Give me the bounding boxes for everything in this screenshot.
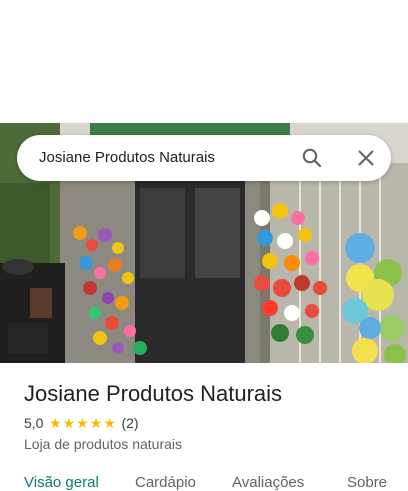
tab-reviews[interactable]: Avaliações [232,474,304,491]
rating-value: 5,0 [24,415,44,431]
tab-about[interactable]: Sobre [347,474,387,491]
close-icon[interactable] [354,146,378,170]
place-title: Josiane Produtos Naturais [24,381,283,406]
search-icon[interactable] [300,146,324,170]
search-bar[interactable]: Josiane Produtos Naturais [17,135,391,181]
review-count[interactable]: (2) [121,415,138,431]
star-icon: ★ [103,415,116,431]
search-input[interactable]: Josiane Produtos Naturais [39,149,215,166]
place-category: Loja de produtos naturais [24,436,182,452]
star-rating: ★ ★ ★ ★ ★ [48,416,116,430]
tab-menu[interactable]: Cardápio [135,474,196,491]
star-icon: ★ [76,415,89,431]
star-icon: ★ [89,415,103,431]
star-icon: ★ [62,415,76,431]
place-tabs: Visão geral Cardápio Avaliações Sobre [0,474,408,491]
star-icon: ★ [48,415,62,431]
tab-overview[interactable]: Visão geral [24,474,99,491]
rating-row[interactable]: 5,0 ★ ★ ★ ★ ★ (2) [24,415,139,431]
